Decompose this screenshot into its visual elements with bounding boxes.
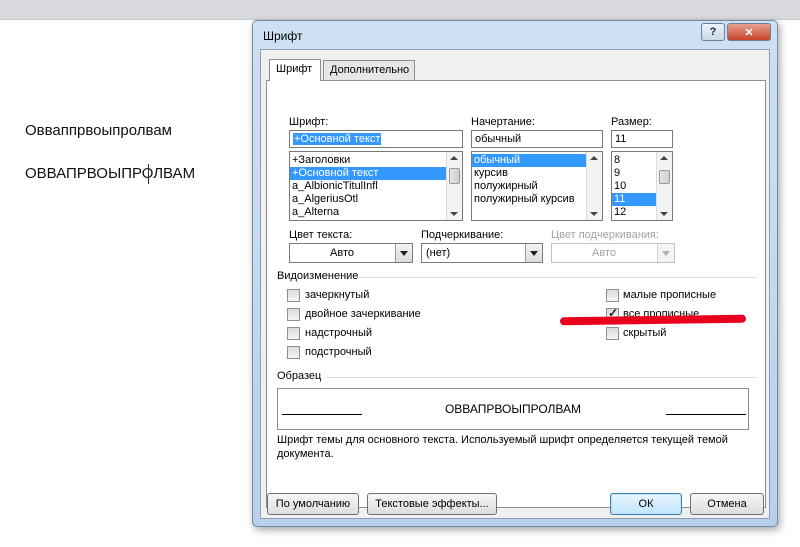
- scroll-thumb[interactable]: [659, 170, 670, 184]
- superscript-label[interactable]: надстрочный: [305, 327, 372, 339]
- style-list-item[interactable]: полужирный курсив: [472, 193, 602, 206]
- set-default-button[interactable]: По умолчанию: [267, 493, 359, 515]
- dropdown-arrow-icon[interactable]: [525, 244, 542, 262]
- preview-separator: [327, 377, 757, 378]
- style-list-item[interactable]: курсив: [472, 167, 602, 180]
- double-strikethrough-label[interactable]: двойное зачеркивание: [305, 308, 421, 320]
- style-list-item-selected[interactable]: обычный: [472, 154, 602, 167]
- style-list-item[interactable]: полужирный: [472, 180, 602, 193]
- font-list-item[interactable]: a_AlgeriusOtl: [290, 193, 462, 206]
- style-list-scrollbar[interactable]: [586, 152, 602, 220]
- effects-group-title: Видоизменение: [277, 270, 359, 282]
- underline-color-dropdown: Авто: [551, 243, 675, 263]
- preview-box: ОВВАПРВОЫПРОЛВАМ: [277, 388, 749, 430]
- scroll-up-icon[interactable]: [660, 156, 668, 160]
- underline-value: (нет): [426, 247, 451, 259]
- font-list-item-selected[interactable]: +Основной текст: [290, 167, 462, 180]
- size-label: Размер:: [611, 116, 652, 128]
- style-list[interactable]: обычный курсив полужирный полужирный кур…: [471, 151, 603, 221]
- scroll-down-icon[interactable]: [450, 212, 458, 216]
- style-input[interactable]: обычный: [471, 130, 603, 148]
- effects-separator: [359, 277, 757, 278]
- preview-note: Шрифт темы для основного текста. Использ…: [277, 434, 728, 460]
- ok-button[interactable]: ОК: [610, 493, 682, 515]
- subscript-label[interactable]: подстрочный: [305, 346, 372, 358]
- font-list[interactable]: +Заголовки +Основной текст a_AlbionicTit…: [289, 151, 463, 221]
- strikethrough-checkbox[interactable]: [287, 289, 300, 302]
- tab-panel-font: Шрифт: +Основной текст +Заголовки +Основ…: [266, 80, 766, 508]
- font-list-scrollbar[interactable]: [446, 152, 462, 220]
- font-color-label: Цвет текста:: [289, 229, 353, 241]
- scroll-down-icon[interactable]: [660, 212, 668, 216]
- font-input[interactable]: +Основной текст: [289, 130, 463, 148]
- dropdown-arrow-icon: [657, 244, 674, 262]
- font-list-item[interactable]: a_AlbionicTitulInfl: [290, 180, 462, 193]
- preview-group-title: Образец: [277, 370, 322, 382]
- text-effects-button[interactable]: Текстовые эффекты...: [367, 493, 497, 515]
- word-ribbon-edge: [0, 0, 800, 20]
- hidden-label[interactable]: скрытый: [623, 327, 666, 339]
- preview-line-right: [666, 414, 746, 415]
- document-line-1: Овваппрвоыпролвам: [25, 122, 172, 139]
- size-list[interactable]: 8 9 10 11 12: [611, 151, 673, 221]
- hidden-checkbox[interactable]: [606, 327, 619, 340]
- tab-font[interactable]: Шрифт: [269, 59, 321, 81]
- size-input[interactable]: 11: [611, 130, 673, 148]
- superscript-checkbox[interactable]: [287, 327, 300, 340]
- scroll-down-icon[interactable]: [590, 212, 598, 216]
- size-list-scrollbar[interactable]: [656, 152, 672, 220]
- scroll-up-icon[interactable]: [450, 156, 458, 160]
- small-caps-checkbox[interactable]: [606, 289, 619, 302]
- font-label: Шрифт:: [289, 116, 329, 128]
- scroll-thumb[interactable]: [449, 168, 460, 184]
- dialog-titlebar[interactable]: Шрифт ? ✕: [253, 21, 777, 49]
- font-list-item[interactable]: a_Alterna: [290, 206, 462, 219]
- font-color-value: Авто: [330, 247, 354, 259]
- tab-advanced[interactable]: Дополнительно: [323, 60, 415, 80]
- subscript-checkbox[interactable]: [287, 346, 300, 359]
- scroll-up-icon[interactable]: [590, 156, 598, 160]
- dropdown-arrow-icon[interactable]: [395, 244, 412, 262]
- underline-color-label: Цвет подчеркивания:: [551, 229, 659, 241]
- document-line-2: ОВВАПРВОЫПРОЛВАМ: [25, 165, 196, 182]
- size-list-item-selected[interactable]: 11: [612, 193, 656, 206]
- double-strikethrough-checkbox[interactable]: [287, 308, 300, 321]
- font-input-value: +Основной текст: [293, 133, 382, 145]
- close-button[interactable]: ✕: [727, 23, 771, 41]
- strikethrough-label[interactable]: зачеркнутый: [305, 289, 369, 301]
- underline-label: Подчеркивание:: [421, 229, 504, 241]
- text-cursor: [148, 164, 149, 184]
- underline-dropdown[interactable]: (нет): [421, 243, 543, 263]
- font-dialog: Шрифт ? ✕ Шрифт Дополнительно Шрифт: +Ос…: [252, 20, 778, 527]
- small-caps-label[interactable]: малые прописные: [623, 289, 716, 301]
- dialog-title: Шрифт: [263, 29, 303, 43]
- cancel-button[interactable]: Отмена: [690, 493, 764, 515]
- dialog-client-area: Шрифт Дополнительно Шрифт: +Основной тек…: [260, 49, 770, 519]
- font-list-item[interactable]: +Заголовки: [290, 154, 462, 167]
- font-color-dropdown[interactable]: Авто: [289, 243, 413, 263]
- help-button[interactable]: ?: [701, 23, 725, 41]
- underline-color-value: Авто: [592, 247, 616, 259]
- style-label: Начертание:: [471, 116, 535, 128]
